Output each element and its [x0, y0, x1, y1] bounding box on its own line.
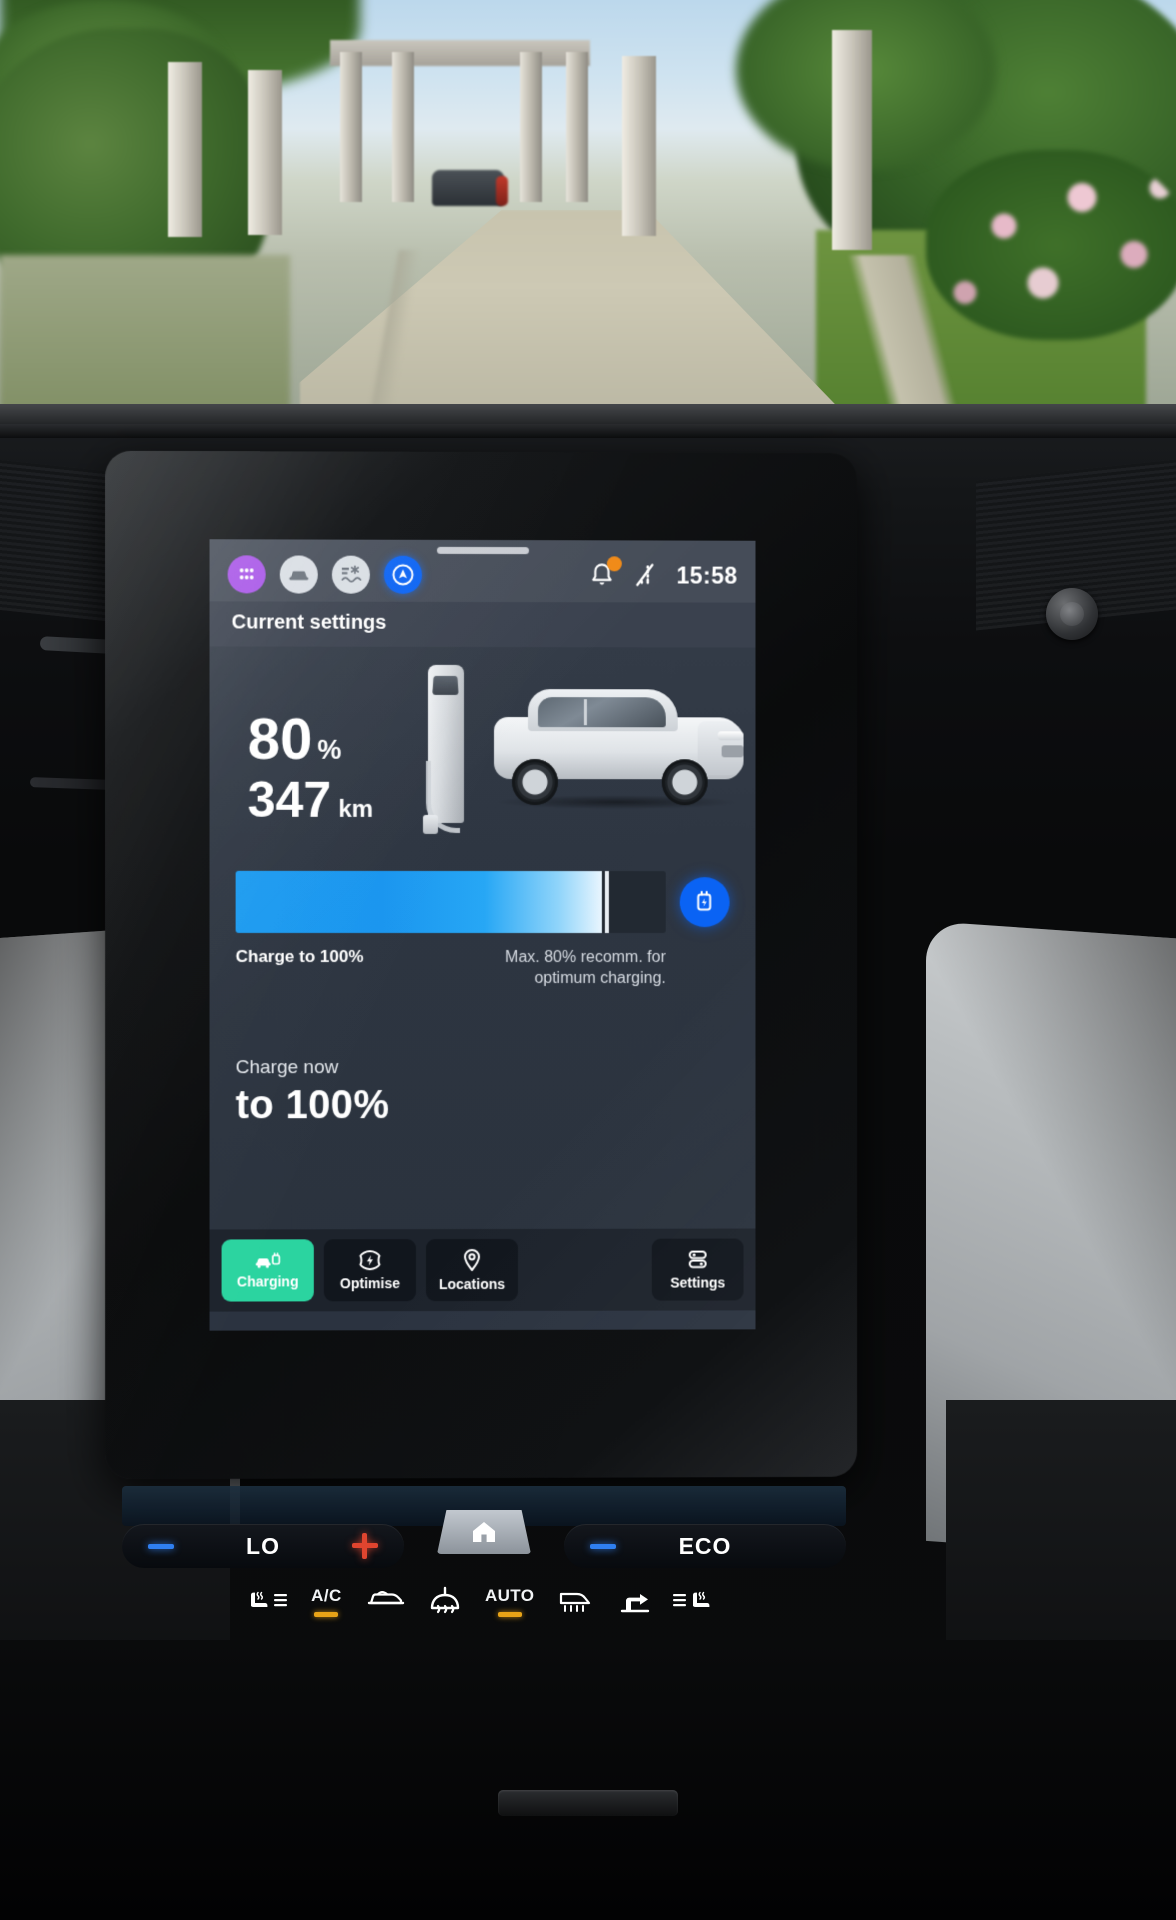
tab-optimise[interactable]: Optimise — [323, 1239, 416, 1302]
navigation-icon[interactable] — [383, 555, 422, 594]
parked-car-distant — [432, 170, 504, 206]
status-bar-right: 15:58 — [589, 556, 738, 589]
recirculate-button[interactable] — [359, 1586, 413, 1623]
pergola-column — [520, 52, 542, 202]
center-console-lower — [0, 1640, 1176, 1920]
seat-heat-left-button[interactable] — [240, 1586, 294, 1625]
charge-plug-icon[interactable] — [679, 877, 730, 928]
tab-settings[interactable]: Settings — [651, 1238, 744, 1301]
home-icon — [470, 1519, 498, 1545]
bottom-tab-bar: Charging Optimise Locations Settings — [209, 1228, 756, 1312]
charge-hero: 80 % 347 km — [210, 646, 756, 869]
recirculate-indicator — [374, 1618, 398, 1623]
tab-charging-label: Charging — [236, 1273, 299, 1290]
main-content: 80 % 347 km Charge to 100% Max. 80% reco… — [209, 646, 756, 1312]
range-value: 347 — [247, 771, 332, 828]
notification-badge — [606, 556, 622, 572]
stone-pillar-left — [168, 62, 202, 237]
charge-limit-section: Charge to 100% Max. 80% recomm. for opti… — [210, 870, 756, 989]
status-bar: 15:58 — [209, 539, 756, 603]
charge-limit-handle[interactable] — [604, 870, 609, 934]
temperature-control-right: ECO — [564, 1524, 846, 1568]
auto-indicator — [497, 1612, 522, 1617]
charge-now-value: to 100% — [235, 1083, 390, 1128]
tab-locations[interactable]: Locations — [425, 1238, 518, 1302]
tab-settings-label: Settings — [670, 1274, 726, 1291]
signal-off-icon — [633, 561, 659, 589]
drag-handle[interactable] — [436, 546, 529, 555]
charge-limit-fill — [235, 870, 602, 934]
infotainment-screen[interactable]: 15:58 Current settings 80 % 347 km Charg… — [209, 539, 756, 1331]
charge-recommendation-line1: Max. 80% recomm. for — [505, 949, 666, 966]
temp-value-left: LO — [246, 1532, 280, 1559]
vehicle-icon[interactable] — [279, 555, 318, 594]
stone-pillar-far-right — [832, 30, 872, 250]
driveway-edge — [248, 250, 548, 430]
clock: 15:58 — [676, 562, 738, 589]
home-button[interactable] — [437, 1510, 531, 1554]
status-bar-shortcuts — [227, 555, 422, 594]
airflow-indicator — [622, 1622, 646, 1627]
charge-now-subtitle: Charge now — [235, 1057, 339, 1079]
pergola-column — [566, 52, 588, 202]
seat-heat-right-indicator — [681, 1620, 705, 1625]
map-pin-icon — [462, 1248, 482, 1272]
page-title: Current settings — [231, 611, 387, 634]
defrost-rear-indicator — [562, 1618, 586, 1623]
notification-bell[interactable] — [589, 556, 622, 589]
charge-now-section[interactable]: Charge now to 100% — [210, 1057, 756, 1128]
temperature-control-left: LO — [122, 1524, 404, 1568]
pergola-beam — [330, 40, 590, 66]
stone-pillar-right — [622, 56, 656, 236]
airflow-button[interactable] — [607, 1586, 661, 1627]
temp-decrease-button-right[interactable] — [590, 1543, 616, 1549]
stone-pillar-left-2 — [248, 70, 282, 235]
seat-heat-right-button[interactable] — [666, 1586, 720, 1625]
defrost-front-button[interactable] — [418, 1586, 472, 1629]
climate-icon[interactable] — [331, 555, 370, 594]
auto-button[interactable]: AUTO — [478, 1586, 542, 1617]
console-handle[interactable] — [498, 1790, 678, 1816]
ac-button-label: A/C — [311, 1586, 342, 1605]
page-header: Current settings — [209, 601, 756, 648]
temp-decrease-button-left[interactable] — [148, 1543, 174, 1549]
climate-control-bar: LO ECO — [122, 1486, 846, 1570]
photo-scene: 15:58 Current settings 80 % 347 km Charg… — [0, 0, 1176, 1920]
range-unit: km — [338, 795, 374, 823]
dashboard-lip — [0, 424, 1176, 438]
charge-to-label: Charge to 100% — [235, 946, 364, 967]
pergola-column — [340, 52, 362, 202]
charging-station-illustration — [422, 664, 470, 845]
temp-value-right: ECO — [678, 1532, 732, 1559]
infotainment-bezel: 15:58 Current settings 80 % 347 km Charg… — [105, 450, 858, 1480]
apps-grid-icon[interactable] — [227, 555, 266, 594]
charge-recommendation-line2: optimum charging. — [534, 970, 666, 988]
battery-percent-value: 80 — [247, 706, 313, 772]
charge-limit-slider[interactable] — [235, 870, 666, 934]
windshield-view — [0, 0, 1176, 430]
tab-optimise-label: Optimise — [339, 1275, 400, 1292]
state-of-charge: 80 % 347 km — [230, 691, 374, 828]
battery-percent-unit: % — [317, 734, 342, 765]
auto-button-label: AUTO — [484, 1586, 535, 1605]
temp-increase-button-left[interactable] — [351, 1533, 378, 1559]
vehicle-illustration — [486, 683, 748, 813]
ac-button[interactable]: A/C — [299, 1586, 353, 1617]
charge-recommendation: Max. 80% recomm. for optimum charging. — [505, 947, 666, 989]
tab-charging[interactable]: Charging — [221, 1239, 314, 1302]
person-distant — [496, 176, 508, 206]
sliders-icon — [685, 1249, 711, 1271]
defrost-rear-button[interactable] — [547, 1586, 601, 1623]
defrost-front-indicator — [433, 1624, 457, 1629]
car-charging-icon — [255, 1251, 281, 1269]
hardware-button-row: A/C AUTO — [240, 1586, 720, 1656]
ac-indicator — [314, 1612, 339, 1617]
tab-locations-label: Locations — [438, 1275, 506, 1293]
pergola-column — [392, 52, 414, 202]
dashboard-knob-right[interactable] — [1046, 588, 1098, 640]
flowering-bush — [926, 150, 1176, 340]
seat-heat-left-indicator — [255, 1620, 279, 1625]
bolt-shield-icon — [358, 1249, 382, 1271]
